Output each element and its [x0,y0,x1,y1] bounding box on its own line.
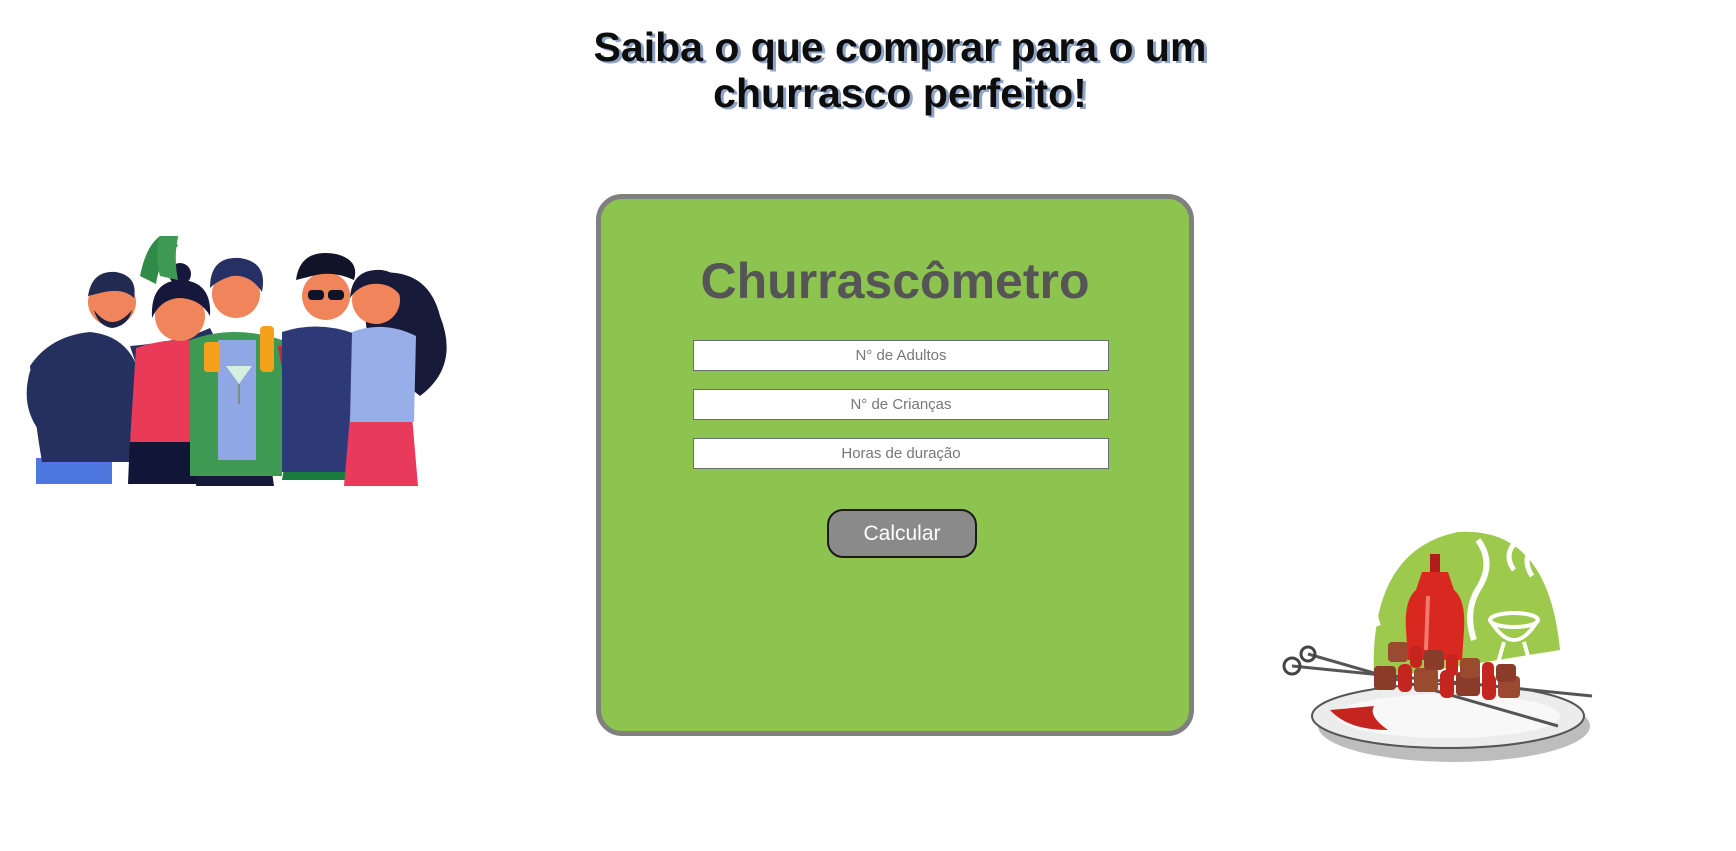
headline-line-1: Saiba o que comprar para o um [593,24,1207,70]
people-toasting-illustration [26,236,447,486]
page-headline: Saiba o que comprar para o um churrasco … [540,24,1260,116]
adults-input[interactable] [693,340,1109,371]
headline-line-2: churrasco perfeito! [713,70,1087,116]
calculator-title: Churrascômetro [700,253,1090,309]
barbecue-skewers-illustration [1282,530,1593,762]
hours-input[interactable] [693,438,1109,469]
person-5 [344,269,447,486]
calculate-button[interactable]: Calcular [827,509,977,558]
page: Saiba o que comprar para o um churrasco … [0,0,1736,851]
children-input[interactable] [693,389,1109,420]
calculator-card: Churrascômetro Calcular [596,194,1194,736]
